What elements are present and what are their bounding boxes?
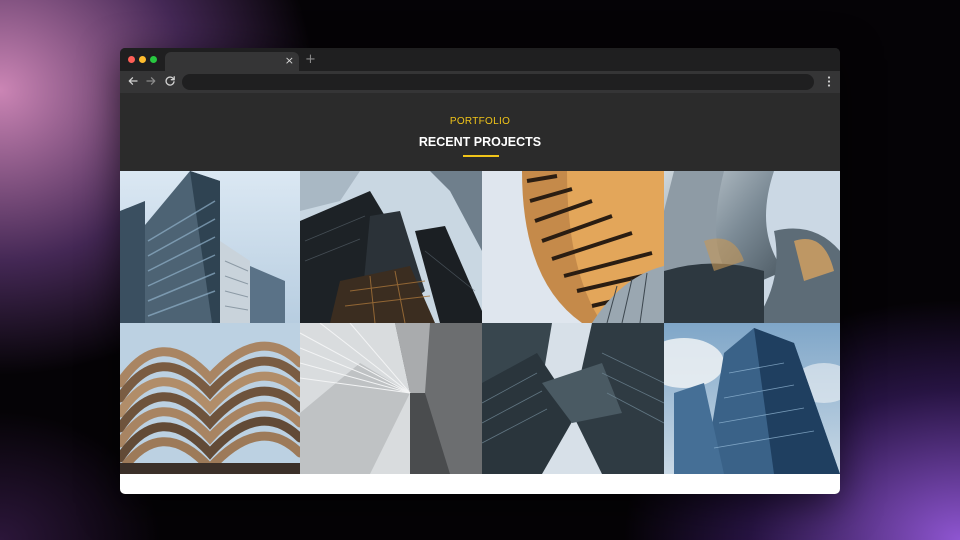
tab-close-icon[interactable]: ×	[285, 54, 294, 68]
gallery-item-2[interactable]	[300, 171, 482, 323]
project-image	[482, 171, 664, 323]
maximize-window-button[interactable]	[150, 56, 157, 63]
close-window-button[interactable]	[128, 56, 135, 63]
gallery-item-8[interactable]	[664, 323, 840, 474]
gallery-item-3[interactable]	[482, 171, 664, 323]
project-image	[664, 323, 840, 474]
address-bar[interactable]	[182, 74, 814, 90]
section-eyebrow: PORTFOLIO	[449, 116, 511, 127]
gallery-item-7[interactable]	[482, 323, 664, 474]
gallery-item-6[interactable]	[300, 323, 482, 474]
forward-arrow-icon[interactable]	[144, 74, 158, 88]
browser-tab[interactable]: ×	[165, 52, 299, 71]
new-tab-button[interactable]: +	[305, 53, 316, 67]
project-image	[482, 323, 664, 474]
minimize-window-button[interactable]	[139, 56, 146, 63]
browser-window: × + PORTFOLIO RECENT PROJECTS	[120, 48, 840, 494]
portfolio-header: PORTFOLIO RECENT PROJECTS	[120, 93, 840, 171]
project-gallery	[120, 171, 840, 474]
project-image	[300, 171, 482, 323]
project-image	[120, 323, 300, 474]
gallery-item-5[interactable]	[120, 323, 300, 474]
title-underline	[463, 155, 499, 157]
back-arrow-icon[interactable]	[126, 74, 140, 88]
page-content: PORTFOLIO RECENT PROJECTS	[120, 93, 840, 494]
page-footer-strip	[120, 474, 840, 494]
project-image	[120, 171, 300, 323]
project-image	[300, 323, 482, 474]
project-image	[664, 171, 840, 323]
section-title: RECENT PROJECTS	[418, 135, 542, 149]
kebab-menu-icon[interactable]	[827, 75, 831, 88]
tab-bar: × +	[120, 48, 840, 71]
gallery-item-4[interactable]	[664, 171, 840, 323]
reload-icon[interactable]	[163, 74, 177, 88]
gallery-item-1[interactable]	[120, 171, 300, 323]
browser-toolbar	[120, 71, 840, 93]
